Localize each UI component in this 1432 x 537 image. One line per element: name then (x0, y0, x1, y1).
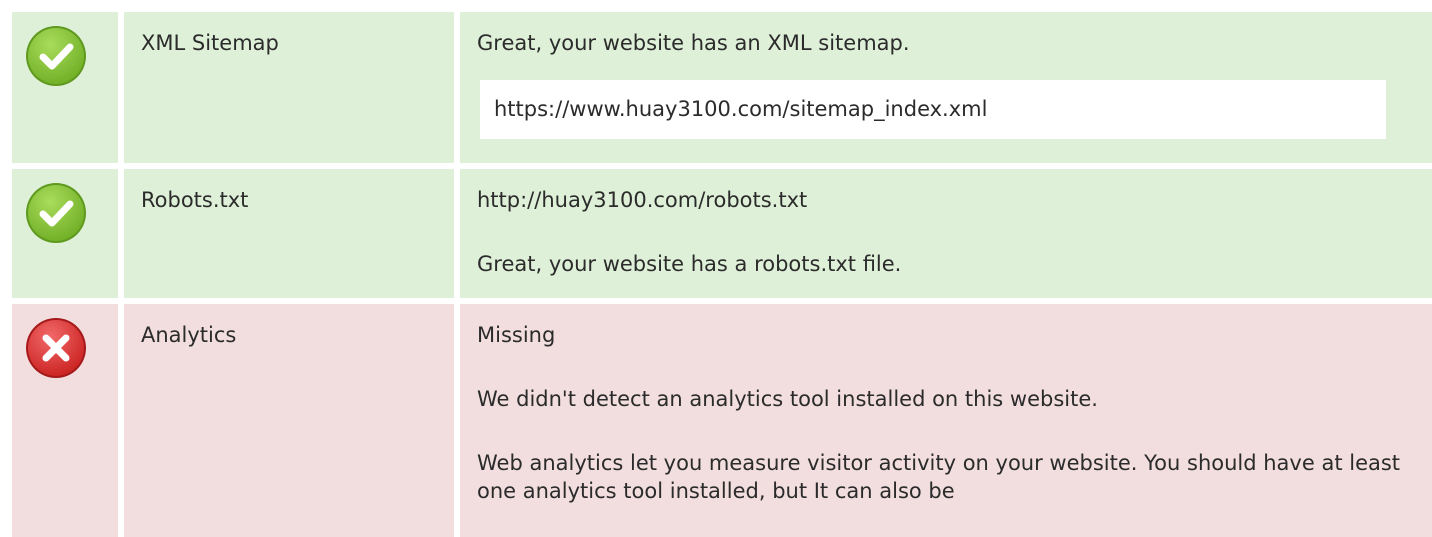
status-cell (12, 304, 118, 537)
robots-url: http://huay3100.com/robots.txt (477, 188, 808, 212)
result-message: We didn't detect an analytics tool insta… (477, 387, 1098, 411)
result-message: Great, your website has a robots.txt fil… (477, 252, 902, 276)
check-value-cell: http://huay3100.com/robots.txt Great, yo… (460, 169, 1432, 298)
sitemap-url: https://www.huay3100.com/sitemap_index.x… (480, 80, 1386, 139)
check-name-cell: Robots.txt (124, 169, 454, 298)
result-status: Missing (477, 323, 556, 347)
check-name: Robots.txt (141, 188, 249, 212)
result-description: Web analytics let you measure visitor ac… (477, 451, 1401, 503)
status-cell (12, 12, 118, 163)
check-name: XML Sitemap (141, 31, 279, 55)
check-icon (26, 183, 86, 243)
check-value-cell: Missing We didn't detect an analytics to… (460, 304, 1432, 537)
result-row-xml-sitemap: XML Sitemap Great, your website has an X… (12, 12, 1432, 163)
check-icon (26, 26, 86, 86)
check-value-cell: Great, your website has an XML sitemap. … (460, 12, 1432, 163)
result-message: Great, your website has an XML sitemap. (477, 31, 910, 55)
cross-icon (26, 318, 86, 378)
result-row-analytics: Analytics Missing We didn't detect an an… (12, 304, 1432, 537)
check-name-cell: Analytics (124, 304, 454, 537)
seo-results-table: XML Sitemap Great, your website has an X… (0, 0, 1432, 537)
check-name-cell: XML Sitemap (124, 12, 454, 163)
status-cell (12, 169, 118, 298)
result-row-robots-txt: Robots.txt http://huay3100.com/robots.tx… (12, 169, 1432, 298)
check-name: Analytics (141, 323, 237, 347)
